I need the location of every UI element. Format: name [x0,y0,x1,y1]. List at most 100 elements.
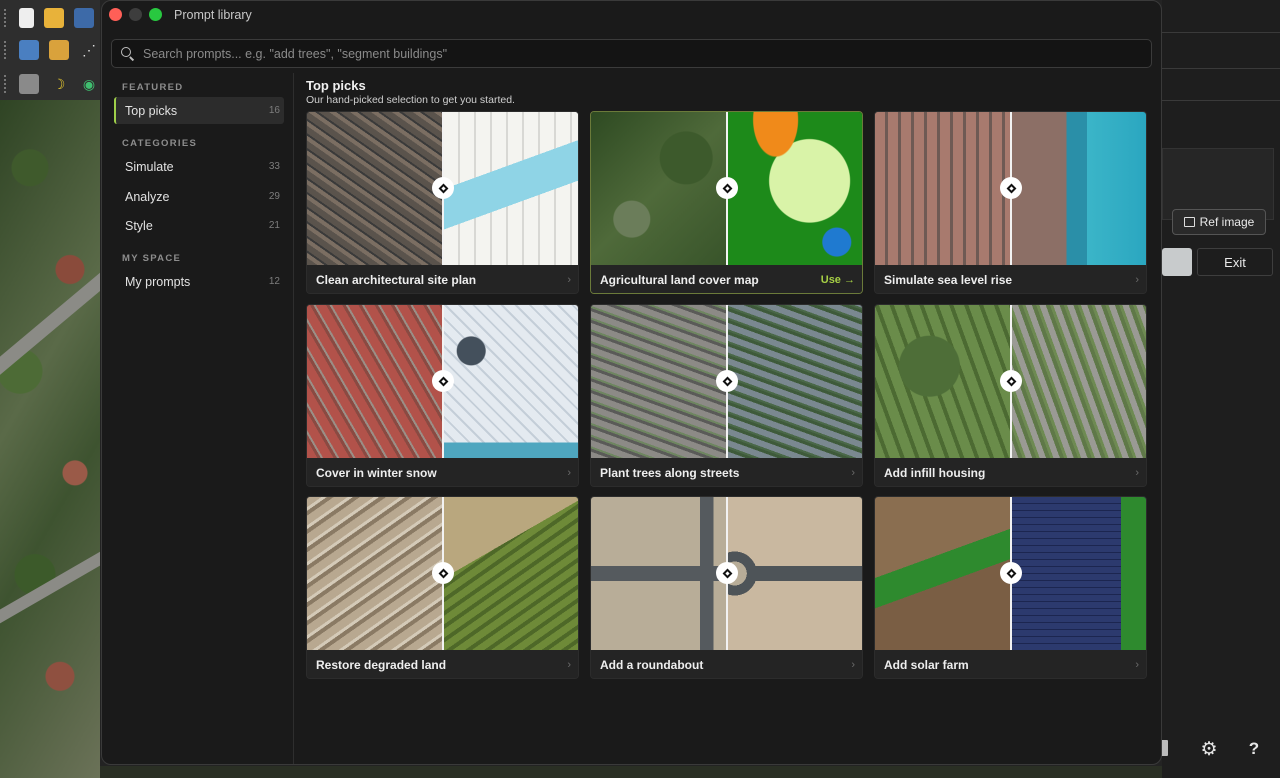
compare-slider-handle[interactable] [432,562,454,584]
map-strip [100,766,1162,778]
card-footer: Agricultural land cover map Use → [591,265,862,293]
chevron-right-icon: › [1135,659,1139,671]
card-title: Restore degraded land [316,658,447,672]
prompt-card[interactable]: Agricultural land cover map Use → [590,111,863,294]
banana-icon[interactable]: ☽ [49,74,69,94]
before-after-preview[interactable] [591,112,862,265]
search-bar[interactable] [111,39,1152,68]
compare-slider-handle[interactable] [1000,562,1022,584]
minimize-window-button[interactable] [129,8,142,21]
ref-image-button[interactable]: Ref image [1172,209,1266,235]
use-prompt-button[interactable]: Use → [821,274,855,286]
toolbar-row-layers: ⋰ [0,34,100,66]
card-title: Plant trees along streets [600,466,740,480]
toolbar-row-plugins: ☽ ◉ [0,68,100,100]
panel-divider [1162,68,1280,69]
compare-slider-handle[interactable] [1000,177,1022,199]
close-window-button[interactable] [109,8,122,21]
before-after-preview[interactable] [591,305,862,458]
eye-icon[interactable]: ◉ [79,74,99,94]
panel-divider [1162,32,1280,33]
add-layer-icon[interactable] [19,40,39,60]
card-title: Add infill housing [884,466,986,480]
prompt-card[interactable]: Add a roundabout › [590,496,863,679]
card-footer: Add solar farm › [875,650,1146,678]
before-image [307,305,443,458]
chevron-right-icon: › [1135,467,1139,479]
image-icon [1183,217,1195,227]
after-image [1012,112,1146,265]
exit-button[interactable]: Exit [1197,248,1273,276]
dialog-title: Prompt library [174,8,252,22]
toolbar-grip[interactable] [4,75,9,93]
card-title: Simulate sea level rise [884,273,1013,287]
before-image [307,497,443,650]
before-image [591,497,727,650]
card-footer: Clean architectural site plan › [307,265,578,293]
card-footer: Add a roundabout › [591,650,862,678]
sidebar-item-style[interactable]: Style 21 [114,212,284,239]
prompt-card[interactable]: Restore degraded land › [306,496,579,679]
sidebar-item-label: Style [125,218,153,233]
card-title: Add solar farm [884,658,969,672]
compare-slider-handle[interactable] [716,562,738,584]
toolbar-grip[interactable] [4,41,9,59]
gear-icon[interactable]: ⚙ [1198,738,1220,760]
right-panel [1162,0,1280,778]
toolbar-row-file [0,2,100,34]
sidebar-item-top-picks[interactable]: Top picks 16 [114,97,284,124]
globe-layer-icon[interactable] [49,40,69,60]
sidebar-item-analyze[interactable]: Analyze 29 [114,183,284,210]
title-bar[interactable]: Prompt library [102,1,1161,29]
prompt-card[interactable]: Cover in winter snow › [306,304,579,487]
before-after-preview[interactable] [307,497,578,650]
save-icon[interactable] [74,8,94,28]
sidebar-item-simulate[interactable]: Simulate 33 [114,153,284,180]
prompt-card[interactable]: Add solar farm › [874,496,1147,679]
before-after-preview[interactable] [875,305,1146,458]
before-image [591,305,727,458]
after-image [444,112,578,265]
sidebar-item-my-prompts[interactable]: My prompts 12 [114,268,284,295]
main-content: Top picks Our hand-picked selection to g… [306,73,1154,763]
card-footer: Plant trees along streets › [591,458,862,486]
prompt-card[interactable]: Simulate sea level rise › [874,111,1147,294]
before-after-preview[interactable] [307,112,578,265]
before-after-preview[interactable] [875,497,1146,650]
card-title: Agricultural land cover map [600,273,759,287]
compare-slider-handle[interactable] [716,177,738,199]
compare-slider-handle[interactable] [1000,370,1022,392]
card-title: Cover in winter snow [316,466,437,480]
ref-image-label: Ref image [1199,215,1255,229]
open-folder-icon[interactable] [44,8,64,28]
prompt-card[interactable]: Add infill housing › [874,304,1147,487]
categories-section-label: CATEGORIES [122,138,198,149]
chevron-right-icon: › [851,467,855,479]
compare-slider-handle[interactable] [432,370,454,392]
compare-slider-handle[interactable] [716,370,738,392]
page-title: Top picks [306,78,366,93]
compare-slider-handle[interactable] [432,177,454,199]
sidebar: FEATURED Top picks 16 CATEGORIES Simulat… [102,73,294,764]
sidebar-item-label: Analyze [125,189,170,204]
before-image [875,497,1011,650]
select-region-icon[interactable]: ⋰ [79,40,99,60]
before-after-preview[interactable] [307,305,578,458]
color-swatch-button[interactable] [1162,248,1192,276]
prompt-card[interactable]: Clean architectural site plan › [306,111,579,294]
maximize-window-button[interactable] [149,8,162,21]
prompt-card[interactable]: Plant trees along streets › [590,304,863,487]
after-image [728,305,862,458]
search-input[interactable] [143,46,1151,61]
chevron-right-icon: › [851,659,855,671]
new-file-icon[interactable] [19,8,34,28]
before-image [875,305,1011,458]
card-title: Clean architectural site plan [316,273,477,287]
toolbar-grip[interactable] [4,9,9,27]
help-button[interactable]: ? [1243,738,1265,760]
after-image [444,497,578,650]
before-after-preview[interactable] [591,497,862,650]
robot-icon[interactable] [19,74,39,94]
before-after-preview[interactable] [875,112,1146,265]
chevron-right-icon: › [567,659,571,671]
